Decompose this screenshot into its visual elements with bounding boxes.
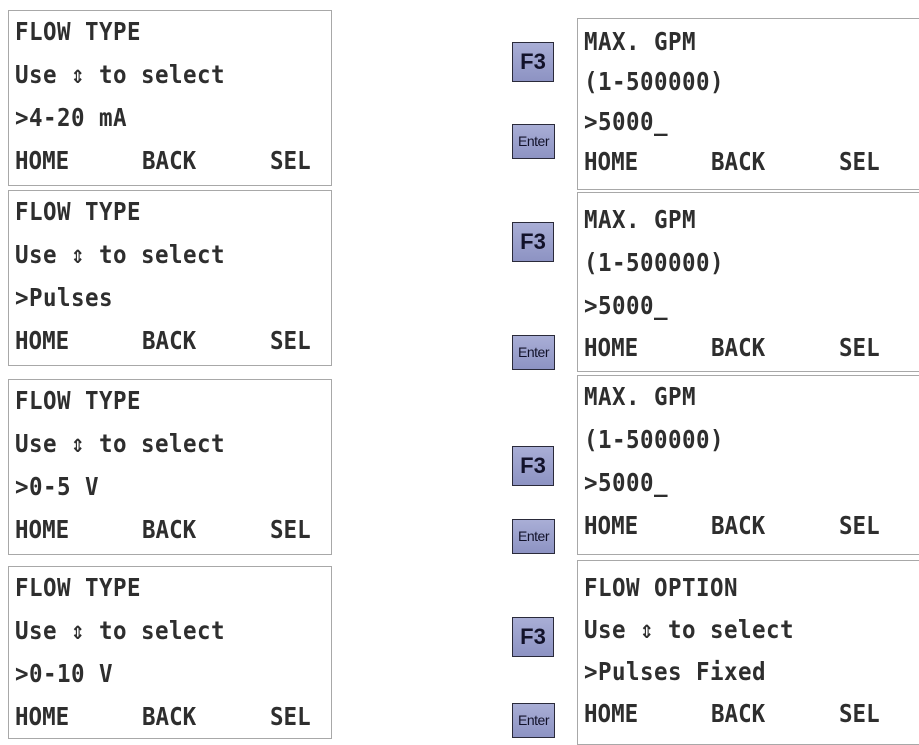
screen-title: MAX. GPM: [584, 205, 696, 234]
softkey-sel[interactable]: SEL: [270, 702, 311, 732]
softkey-row: HOME BACK SEL: [15, 326, 325, 356]
softkey-back[interactable]: BACK: [142, 326, 196, 356]
flow-type-screen-4-20ma: FLOW TYPE Use ⇕ to select >4-20 mA HOME …: [8, 10, 332, 186]
softkey-sel[interactable]: SEL: [270, 146, 311, 176]
max-gpm-screen: MAX. GPM (1-500000) >5000_ HOME BACK SEL: [577, 192, 919, 372]
value-entry: >5000_: [584, 291, 668, 320]
select-prompt: Use ⇕ to select: [15, 429, 225, 458]
softkey-sel[interactable]: SEL: [839, 699, 880, 729]
f3-key[interactable]: F3: [512, 222, 554, 262]
softkey-back[interactable]: BACK: [711, 333, 765, 363]
softkey-home[interactable]: HOME: [584, 333, 638, 363]
enter-key[interactable]: Enter: [512, 519, 555, 554]
selected-value: >0-5 V: [15, 472, 99, 501]
softkey-home[interactable]: HOME: [584, 511, 638, 541]
softkey-row: HOME BACK SEL: [15, 515, 325, 545]
f3-key[interactable]: F3: [512, 617, 554, 657]
flow-option-screen: FLOW OPTION Use ⇕ to select >Pulses Fixe…: [577, 560, 919, 745]
select-prompt: Use ⇕ to select: [584, 615, 794, 644]
softkey-row: HOME BACK SEL: [584, 333, 919, 363]
value-entry: >5000_: [584, 468, 668, 497]
screen-title: FLOW TYPE: [15, 386, 141, 415]
select-prompt: Use ⇕ to select: [15, 240, 225, 269]
softkey-back[interactable]: BACK: [711, 147, 765, 177]
max-gpm-screen: MAX. GPM (1-500000) >5000_ HOME BACK SEL: [577, 18, 919, 190]
softkey-home[interactable]: HOME: [15, 146, 69, 176]
max-gpm-screen: MAX. GPM (1-500000) >5000_ HOME BACK SEL: [577, 375, 919, 555]
softkey-row: HOME BACK SEL: [584, 699, 919, 729]
screen-title: FLOW TYPE: [15, 573, 141, 602]
softkey-row: HOME BACK SEL: [584, 511, 919, 541]
softkey-sel[interactable]: SEL: [270, 515, 311, 545]
softkey-sel[interactable]: SEL: [270, 326, 311, 356]
softkey-back[interactable]: BACK: [142, 146, 196, 176]
selected-value: >4-20 mA: [15, 103, 127, 132]
softkey-sel[interactable]: SEL: [839, 147, 880, 177]
softkey-sel[interactable]: SEL: [839, 333, 880, 363]
screen-title: MAX. GPM: [584, 382, 696, 411]
f3-key[interactable]: F3: [512, 42, 554, 82]
enter-key[interactable]: Enter: [512, 124, 555, 159]
flow-type-screen-0-10v: FLOW TYPE Use ⇕ to select >0-10 V HOME B…: [8, 566, 332, 739]
softkey-back[interactable]: BACK: [142, 702, 196, 732]
softkey-home[interactable]: HOME: [584, 699, 638, 729]
f3-key[interactable]: F3: [512, 446, 554, 486]
screen-title: MAX. GPM: [584, 27, 696, 56]
softkey-home[interactable]: HOME: [15, 702, 69, 732]
softkey-back[interactable]: BACK: [711, 511, 765, 541]
select-prompt: Use ⇕ to select: [15, 616, 225, 645]
range-hint: (1-500000): [584, 248, 724, 277]
softkey-home[interactable]: HOME: [584, 147, 638, 177]
selected-value: >0-10 V: [15, 659, 113, 688]
softkey-home[interactable]: HOME: [15, 515, 69, 545]
softkey-row: HOME BACK SEL: [584, 147, 919, 177]
enter-key[interactable]: Enter: [512, 703, 555, 738]
range-hint: (1-500000): [584, 425, 724, 454]
flow-type-screen-pulses: FLOW TYPE Use ⇕ to select >Pulses HOME B…: [8, 190, 332, 366]
flow-type-screen-0-5v: FLOW TYPE Use ⇕ to select >0-5 V HOME BA…: [8, 379, 332, 555]
softkey-row: HOME BACK SEL: [15, 146, 325, 176]
selected-value: >Pulses: [15, 283, 113, 312]
softkey-back[interactable]: BACK: [142, 515, 196, 545]
range-hint: (1-500000): [584, 67, 724, 96]
value-entry: >5000_: [584, 107, 668, 136]
softkey-home[interactable]: HOME: [15, 326, 69, 356]
softkey-sel[interactable]: SEL: [839, 511, 880, 541]
select-prompt: Use ⇕ to select: [15, 60, 225, 89]
enter-key[interactable]: Enter: [512, 335, 555, 370]
screen-title: FLOW TYPE: [15, 17, 141, 46]
selected-value: >Pulses Fixed: [584, 657, 766, 686]
softkey-row: HOME BACK SEL: [15, 702, 325, 732]
softkey-back[interactable]: BACK: [711, 699, 765, 729]
screen-title: FLOW TYPE: [15, 197, 141, 226]
screen-title: FLOW OPTION: [584, 573, 738, 602]
